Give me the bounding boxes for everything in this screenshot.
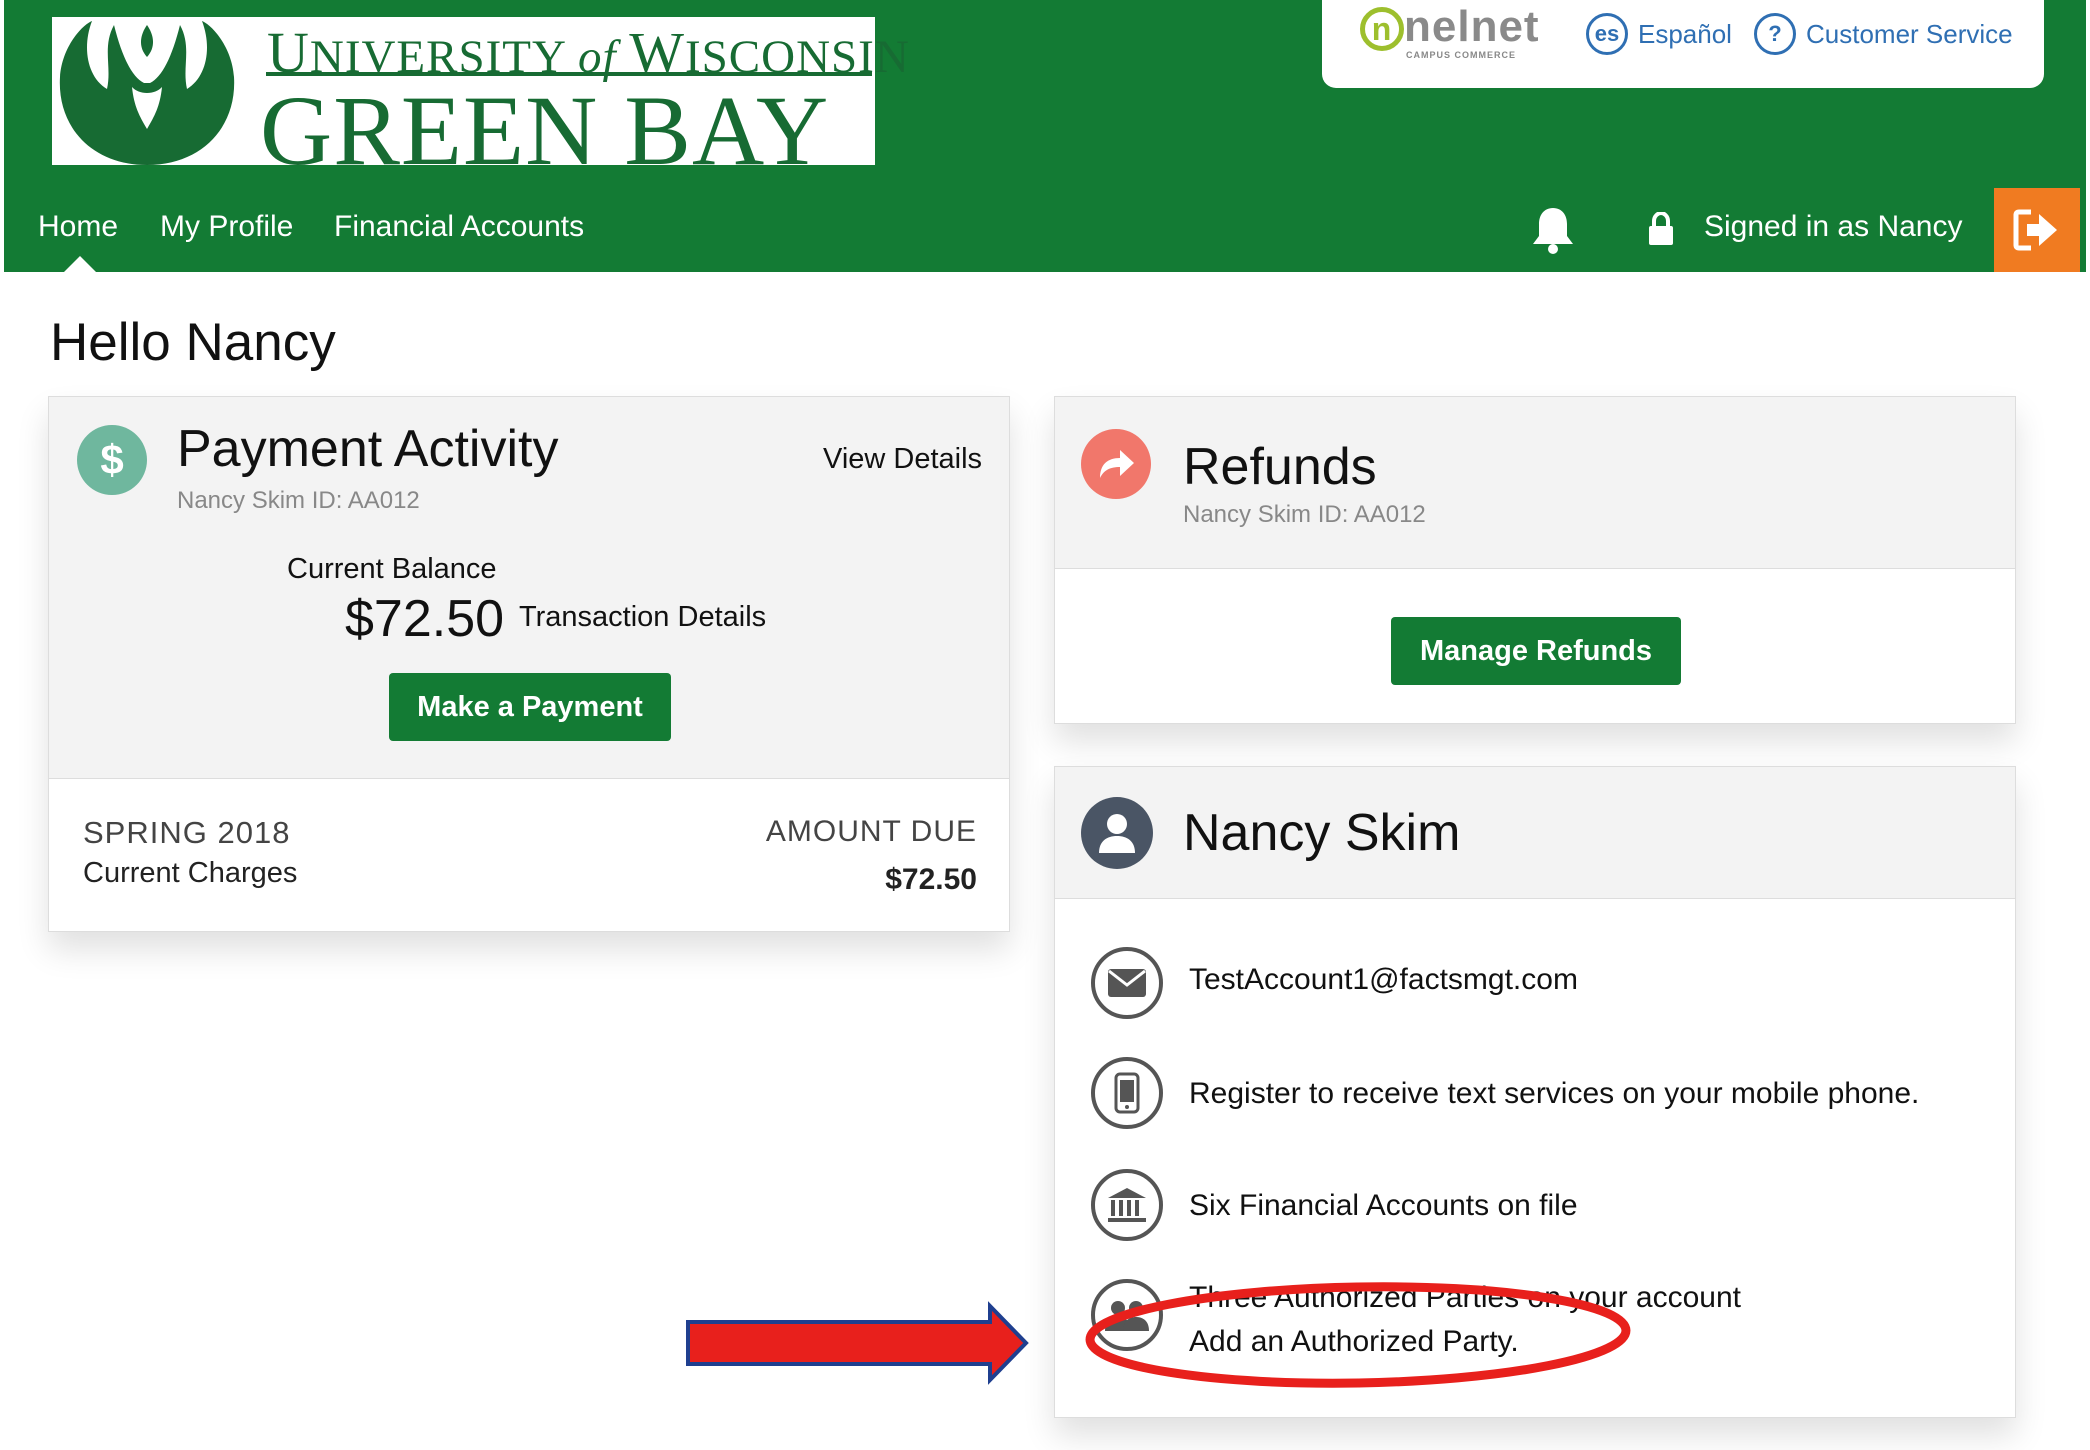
email-address[interactable]: TestAccount1@factsmgt.com [1189,963,1578,997]
nav-my-profile[interactable]: My Profile [160,210,293,244]
manage-refunds-button[interactable]: Manage Refunds [1391,617,1681,685]
lock-icon [1649,212,1673,245]
refund-arrow-icon [1081,429,1151,499]
nelnet-logo: n nelnet [1360,2,1540,52]
current-balance-amount: $72.50 [345,590,505,648]
active-nav-indicator [64,256,96,272]
payment-activity-card: $ Payment Activity Nancy Skim ID: AA012 … [48,396,1010,932]
current-balance-label: Current Balance [287,553,497,585]
signed-in-label: Signed in as Nancy [1704,210,1963,243]
amount-due-value: $72.50 [885,863,977,896]
authorized-parties-text[interactable]: Three Authorized Parties on your account [1189,1281,1741,1315]
add-authorized-party-link[interactable]: Add an Authorized Party. [1189,1325,1519,1359]
mobile-phone-icon [1091,1057,1163,1129]
account-card: Nancy Skim TestAccount1@factsmgt.com Reg… [1054,766,2016,1418]
dollar-icon: $ [77,425,147,495]
refunds-card: Refunds Nancy Skim ID: AA012 Manage Refu… [1054,396,2016,724]
sign-out-icon [2013,209,2057,251]
term-label: SPRING 2018 [83,815,291,850]
customer-service-label: Customer Service [1806,18,2013,49]
refunds-subtitle: Nancy Skim ID: AA012 [1183,501,1426,528]
payment-activity-title: Payment Activity [177,420,559,478]
user-avatar-icon [1081,797,1153,869]
envelope-icon [1091,947,1163,1019]
phoenix-logo-icon [59,21,235,165]
group-users-icon [1091,1279,1163,1351]
nav-financial-accounts[interactable]: Financial Accounts [334,210,584,244]
account-name: Nancy Skim [1183,804,1461,862]
espanol-label: Español [1638,18,1732,49]
header-bar: UNIVERSITY of WISCONSIN GREEN BAY n nelne… [4,0,2086,272]
language-icon: es [1586,13,1628,55]
nav-home[interactable]: Home [38,210,118,244]
annotation-arrow [686,1301,1029,1385]
financial-accounts-link[interactable]: Six Financial Accounts on file [1189,1189,1578,1223]
customer-service-link[interactable]: ? Customer Service [1754,13,2013,55]
transaction-details-link[interactable]: Transaction Details [519,601,766,634]
bank-icon [1091,1169,1163,1241]
account-header: Nancy Skim [1055,767,2015,899]
nelnet-subtitle: CAMPUS COMMERCE [1406,50,1517,60]
notification-bell-icon[interactable] [1530,204,1576,254]
payment-activity-header: $ Payment Activity Nancy Skim ID: AA012 … [49,397,1009,779]
espanol-link[interactable]: es Español [1586,13,1732,55]
text-services-link[interactable]: Register to receive text services on you… [1189,1077,1919,1111]
logout-button[interactable] [1994,188,2080,272]
current-charges-label: Current Charges [83,857,298,889]
greeting: Hello Nancy [50,313,336,372]
make-payment-button[interactable]: Make a Payment [389,673,671,741]
university-logo[interactable]: UNIVERSITY of WISCONSIN GREEN BAY [52,17,909,186]
vendor-bar: n nelnet CAMPUS COMMERCE es Español ? Cus… [1322,0,2044,88]
view-details-link[interactable]: View Details [823,443,982,476]
logo-green-bay-text: GREEN BAY [260,75,830,186]
refunds-title: Refunds [1183,438,1377,496]
payment-activity-subtitle: Nancy Skim ID: AA012 [177,487,420,514]
help-icon: ? [1754,13,1796,55]
refunds-header: Refunds Nancy Skim ID: AA012 [1055,397,2015,569]
amount-due-label: AMOUNT DUE [765,815,977,848]
